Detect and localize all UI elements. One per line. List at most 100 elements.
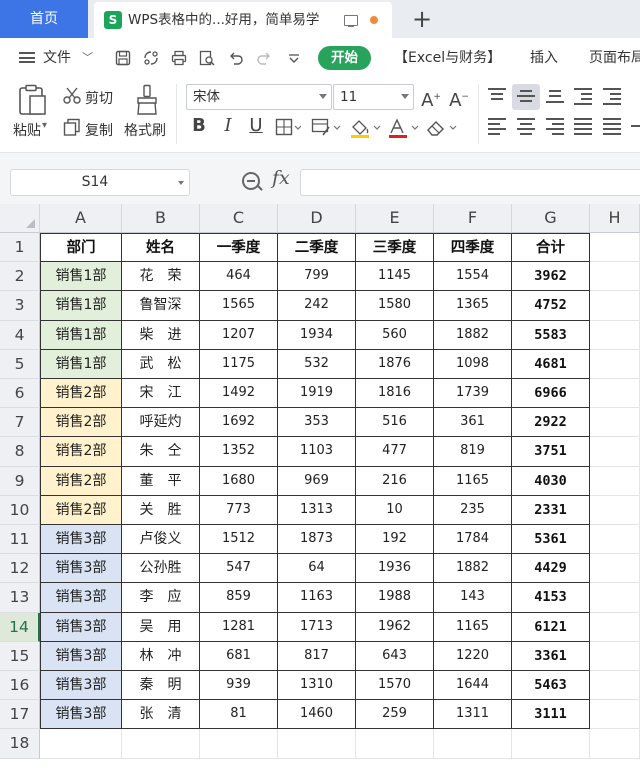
cell-empty[interactable] [590, 349, 640, 379]
cell-q2[interactable]: 353 [278, 408, 356, 438]
cell-q2[interactable]: 817 [278, 641, 356, 671]
cell-q3[interactable]: 1962 [356, 612, 434, 642]
fill-color-icon[interactable] [349, 118, 381, 138]
cell-dept[interactable]: 销售3部 [40, 612, 122, 642]
cell-name[interactable]: 姓名 [122, 233, 200, 263]
cell-q1[interactable] [200, 729, 278, 759]
font-color-icon[interactable] [387, 118, 419, 138]
row-header[interactable]: 15 [0, 641, 40, 671]
cell-q1[interactable]: 547 [200, 554, 278, 584]
chevron-down-icon[interactable]: ﹀ [82, 38, 93, 78]
cell-q1[interactable]: 773 [200, 495, 278, 525]
cell-empty[interactable] [590, 466, 640, 496]
cell-q4[interactable]: 819 [434, 437, 512, 467]
cell-dept[interactable]: 销售3部 [40, 525, 122, 555]
cell-dept[interactable]: 销售2部 [40, 437, 122, 467]
row-header[interactable]: 3 [0, 291, 40, 321]
cell-q2[interactable]: 1713 [278, 612, 356, 642]
name-box[interactable]: S14 [10, 169, 190, 196]
cell-q3[interactable]: 1876 [356, 349, 434, 379]
cell-q1[interactable]: 1207 [200, 320, 278, 350]
cell-q2[interactable]: 64 [278, 554, 356, 584]
cell-q2[interactable]: 532 [278, 349, 356, 379]
cell-q4[interactable]: 1220 [434, 641, 512, 671]
cell-q3[interactable]: 259 [356, 700, 434, 730]
share-icon[interactable] [143, 50, 159, 66]
menu-file[interactable]: 文件 [43, 38, 71, 78]
cell-q2[interactable]: 1310 [278, 671, 356, 701]
cell-name[interactable]: 张 清 [122, 700, 200, 730]
redo-icon[interactable] [256, 50, 272, 66]
cell-q3[interactable]: 1816 [356, 379, 434, 409]
cell-q4[interactable]: 1784 [434, 525, 512, 555]
cell-q1[interactable]: 1565 [200, 291, 278, 321]
cell-q2[interactable]: 1163 [278, 583, 356, 613]
align-center-icon[interactable] [517, 118, 535, 135]
cell-q3[interactable]: 216 [356, 466, 434, 496]
cell-q4[interactable]: 1165 [434, 466, 512, 496]
column-header-c[interactable]: C [200, 204, 278, 233]
cell-q1[interactable]: 81 [200, 700, 278, 730]
cell-total[interactable]: 2331 [512, 495, 590, 525]
cell-empty[interactable] [590, 320, 640, 350]
cell-name[interactable]: 卢俊义 [122, 525, 200, 555]
cell-empty[interactable] [590, 554, 640, 584]
cell-total[interactable]: 5463 [512, 671, 590, 701]
cell-q2[interactable]: 1934 [278, 320, 356, 350]
select-all-corner[interactable] [0, 204, 40, 233]
unsaved-dot-icon[interactable] [370, 16, 378, 24]
tab-start[interactable]: 开始 [318, 46, 371, 70]
cell-dept[interactable]: 销售1部 [40, 262, 122, 292]
cell-q3[interactable]: 1580 [356, 291, 434, 321]
function-icon[interactable]: fx [272, 167, 290, 189]
cell-total[interactable]: 4752 [512, 291, 590, 321]
tab-page-layout[interactable]: 页面布局 [589, 38, 640, 78]
cell-empty[interactable] [590, 262, 640, 292]
cell-name[interactable]: 公孙胜 [122, 554, 200, 584]
cell-name[interactable] [122, 729, 200, 759]
cell-name[interactable]: 关 胜 [122, 495, 200, 525]
cell-q2[interactable]: 1873 [278, 525, 356, 555]
cell-q2[interactable]: 1103 [278, 437, 356, 467]
cell-q4[interactable]: 1882 [434, 320, 512, 350]
cell-name[interactable]: 武 松 [122, 349, 200, 379]
cell-q4[interactable]: 361 [434, 408, 512, 438]
cell-q4[interactable]: 1098 [434, 349, 512, 379]
formula-input[interactable] [300, 169, 640, 196]
column-header-a[interactable]: A [40, 204, 122, 233]
cell-dept[interactable]: 销售2部 [40, 408, 122, 438]
row-header[interactable]: 10 [0, 495, 40, 525]
bold-button[interactable]: B [189, 115, 209, 137]
row-header[interactable]: 6 [0, 379, 40, 409]
cell-empty[interactable] [590, 233, 640, 263]
format-painter-button[interactable]: 格式刷 [124, 120, 166, 140]
cell-q2[interactable]: 1313 [278, 495, 356, 525]
print-preview-icon[interactable] [199, 50, 215, 66]
cell-dept[interactable]: 销售3部 [40, 641, 122, 671]
screen-icon[interactable] [344, 15, 358, 27]
cell-total[interactable] [512, 729, 590, 759]
cell-q4[interactable]: 1882 [434, 554, 512, 584]
cell-q2[interactable]: 1919 [278, 379, 356, 409]
cell-name[interactable]: 林 冲 [122, 641, 200, 671]
cell-q3[interactable]: 560 [356, 320, 434, 350]
row-header[interactable]: 18 [0, 729, 40, 759]
increase-font-icon[interactable]: A+ [420, 86, 442, 112]
cell-total[interactable]: 6966 [512, 379, 590, 409]
cell-q4[interactable]: 1311 [434, 700, 512, 730]
more-align-icon[interactable] [631, 118, 640, 134]
cell-empty[interactable] [590, 525, 640, 555]
cell-name[interactable]: 鲁智深 [122, 291, 200, 321]
row-header[interactable]: 16 [0, 671, 40, 701]
cell-q3[interactable]: 516 [356, 408, 434, 438]
cell-q1[interactable]: 1692 [200, 408, 278, 438]
cell-q2[interactable]: 799 [278, 262, 356, 292]
cell-q1[interactable]: 1680 [200, 466, 278, 496]
cell-q3[interactable]: 643 [356, 641, 434, 671]
cell-q1[interactable]: 1281 [200, 612, 278, 642]
cell-dept[interactable]: 销售1部 [40, 320, 122, 350]
save-icon[interactable] [115, 50, 131, 66]
cell-dept[interactable]: 销售1部 [40, 349, 122, 379]
chevron-down-icon[interactable]: ▾ [42, 120, 47, 131]
column-header-e[interactable]: E [356, 204, 434, 233]
